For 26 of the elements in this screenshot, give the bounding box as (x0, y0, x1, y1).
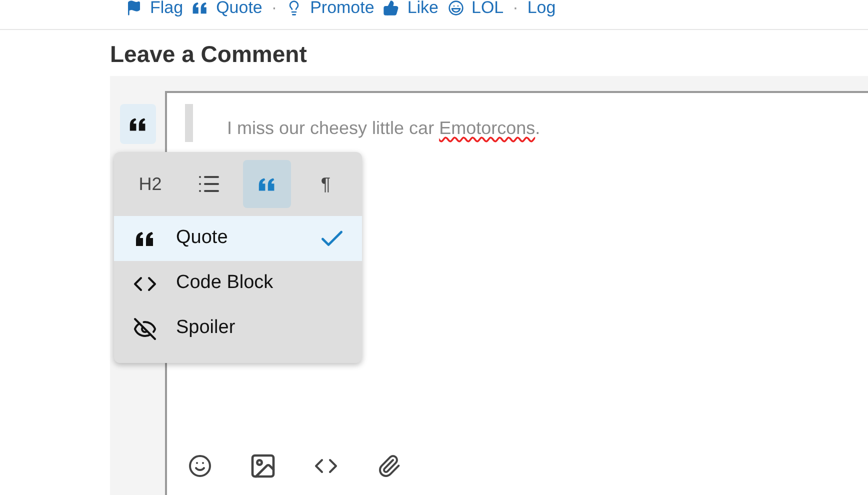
format-menu-item[interactable]: Quote (114, 216, 362, 261)
format-menu-item[interactable]: Spoiler (114, 306, 362, 351)
thumbs-up-icon (383, 0, 400, 16)
flag-icon (126, 0, 142, 16)
emoji-button[interactable] (186, 452, 214, 480)
format-menu-item[interactable]: Code Block (114, 261, 362, 306)
block-format-button[interactable] (120, 104, 156, 144)
action-link[interactable]: Log (527, 0, 556, 20)
quote-icon (192, 2, 208, 14)
action-link[interactable]: Flag (150, 0, 184, 20)
separator-dot: · (271, 0, 278, 19)
action-link[interactable]: LOL (472, 0, 504, 20)
format-style-button[interactable]: ¶ (302, 160, 350, 208)
action-link[interactable]: Quote (216, 0, 262, 20)
image-button[interactable] (249, 452, 277, 480)
quote-icon (135, 232, 155, 246)
section-heading: Leave a Comment (110, 40, 308, 69)
eye-off-icon (133, 316, 157, 340)
separator-dot: · (512, 0, 518, 19)
action-link[interactable]: Like (407, 0, 438, 20)
quote-text: I miss our cheesy little car Emotorcons. (227, 117, 540, 140)
quote-icon (128, 118, 146, 130)
quote-bar (185, 104, 193, 142)
action-link[interactable]: Promote (310, 0, 374, 20)
quote-icon (258, 178, 276, 190)
laugh-icon (448, 0, 464, 16)
